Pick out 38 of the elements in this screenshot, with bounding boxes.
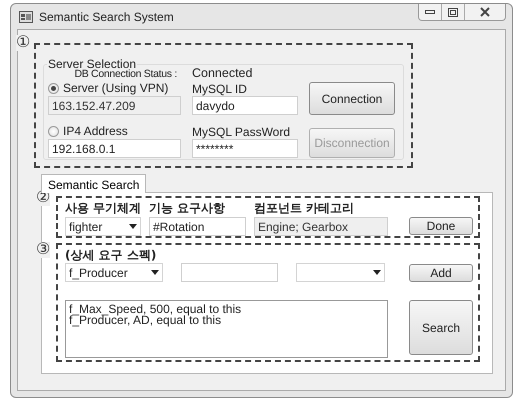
tab[interactable]: Semantic Search (41, 174, 146, 193)
column-heading: 사용 무기체계 (65, 200, 141, 216)
attribute-dropdown[interactable]: f_Producer (65, 263, 163, 282)
dropdown-caret-icon (373, 270, 381, 275)
column-heading: 컴포넌트 카테고리 (254, 200, 356, 216)
column-heading: 기능 요구사항 (149, 200, 226, 216)
function-field[interactable]: #Rotation (149, 217, 246, 236)
status-label: DB Connection Status : (74, 68, 178, 80)
condition-item[interactable]: f_Max_Speed, 500, equal to this (69, 304, 384, 315)
radio-button[interactable] (48, 126, 59, 136)
add-button[interactable]: Add (409, 264, 473, 282)
section-title: (상세 요구 스펙) (65, 247, 158, 263)
section-number: ① (16, 35, 30, 51)
value-field[interactable] (181, 263, 278, 282)
done-button[interactable]: Done (409, 217, 473, 235)
connection-button[interactable]: Connection (309, 82, 395, 115)
radio-button[interactable] (48, 82, 59, 94)
window-title: Semantic Search System (39, 10, 174, 24)
app-icon (19, 10, 33, 22)
minimize-icon[interactable] (425, 9, 435, 15)
search-button[interactable]: Search (409, 300, 473, 355)
dropdown-caret-icon (151, 270, 159, 275)
status-value: Connected (192, 66, 254, 80)
field-label: MySQL ID (192, 82, 248, 96)
group-title: Server Selection (47, 57, 136, 71)
address-field[interactable]: 192.168.0.1 (48, 139, 181, 158)
maximize-icon[interactable] (448, 8, 458, 16)
mysql-id-field[interactable]: davydo (192, 96, 298, 115)
radio-option[interactable]: IP4 Address (48, 123, 181, 139)
field-label: MySQL PassWord (192, 125, 292, 139)
dropdown-caret-icon (129, 224, 137, 229)
section-number: ③ (36, 242, 50, 258)
condition-item[interactable]: f_Producer, AD, equal to this (69, 315, 384, 326)
close-icon[interactable] (480, 7, 490, 17)
condition-list[interactable]: f_Max_Speed, 500, equal to this f_Producer, AD, equal to this (65, 300, 388, 358)
weapon-system-dropdown[interactable]: fighter (65, 217, 141, 236)
password-field[interactable]: ******** (192, 139, 298, 158)
radio-option[interactable]: Server (Using VPN) (48, 80, 181, 96)
